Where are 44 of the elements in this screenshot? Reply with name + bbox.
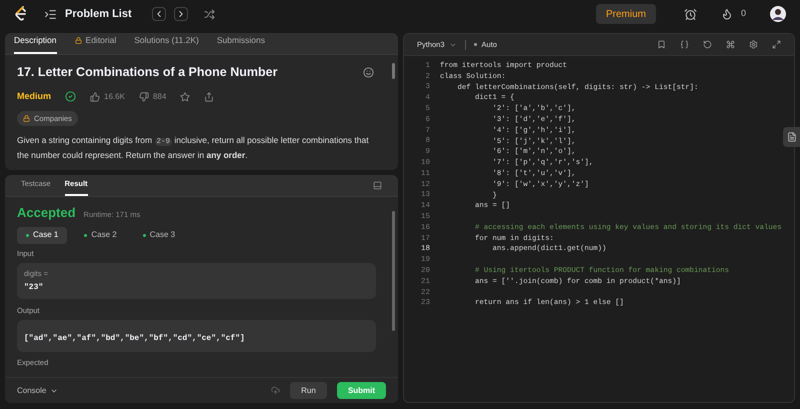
description-tab[interactable]: Editorial <box>74 34 116 54</box>
next-button[interactable] <box>174 7 188 21</box>
flame-icon[interactable] <box>720 8 733 20</box>
scrollbar <box>392 63 395 79</box>
streak-count: 0 <box>740 7 746 20</box>
logo-icon[interactable] <box>14 6 28 22</box>
output-value: ["ad","ae","af","bd","be","bf","cd","ce","cf"] <box>24 334 245 344</box>
premium-button[interactable]: Premium <box>596 4 656 24</box>
problem-list-link[interactable]: Problem List <box>65 6 132 22</box>
smiley-icon[interactable] <box>363 66 374 78</box>
case-tab[interactable]: Case 2 <box>75 226 126 244</box>
lock-icon <box>23 115 30 122</box>
settings-icon[interactable] <box>749 40 758 49</box>
like-button[interactable]: 16.6K <box>90 90 125 102</box>
case-tab[interactable]: Case 3 <box>134 226 184 244</box>
document-icon <box>786 132 796 142</box>
case-tab[interactable]: Case 1 <box>17 226 68 244</box>
input-value: "23" <box>24 282 44 294</box>
alarm-clock-icon[interactable] <box>684 8 697 20</box>
expand-icon[interactable] <box>772 40 781 49</box>
notes-tab[interactable] <box>783 127 800 147</box>
run-button[interactable]: Run <box>290 382 327 399</box>
thumbs-up-icon <box>90 92 100 102</box>
thumbs-down-icon <box>138 92 149 102</box>
difficulty-label: Medium <box>17 90 52 103</box>
panel-layout-icon[interactable] <box>373 181 382 190</box>
status-label: Accepted <box>17 204 76 222</box>
avatar[interactable] <box>770 6 786 22</box>
reset-icon[interactable] <box>703 40 712 49</box>
description-tab[interactable]: Submissions <box>216 34 266 54</box>
list-icon[interactable] <box>44 8 57 20</box>
console-button[interactable]: Console <box>17 384 58 396</box>
description-tab[interactable]: Description <box>14 34 57 54</box>
problem-title: 17. Letter Combinations of a Phone Number <box>17 64 278 81</box>
description-tab[interactable]: Solutions (11.2K) <box>134 34 199 54</box>
share-icon[interactable] <box>204 92 214 102</box>
bookmark-icon[interactable] <box>657 40 666 49</box>
shuffle-icon[interactable] <box>204 8 215 20</box>
braces-icon[interactable] <box>680 40 689 49</box>
command-icon[interactable] <box>726 40 735 49</box>
star-icon[interactable] <box>180 92 190 102</box>
previous-button[interactable] <box>152 7 166 21</box>
upload-icon[interactable] <box>271 386 280 395</box>
dislike-button[interactable]: 884 <box>138 90 166 102</box>
